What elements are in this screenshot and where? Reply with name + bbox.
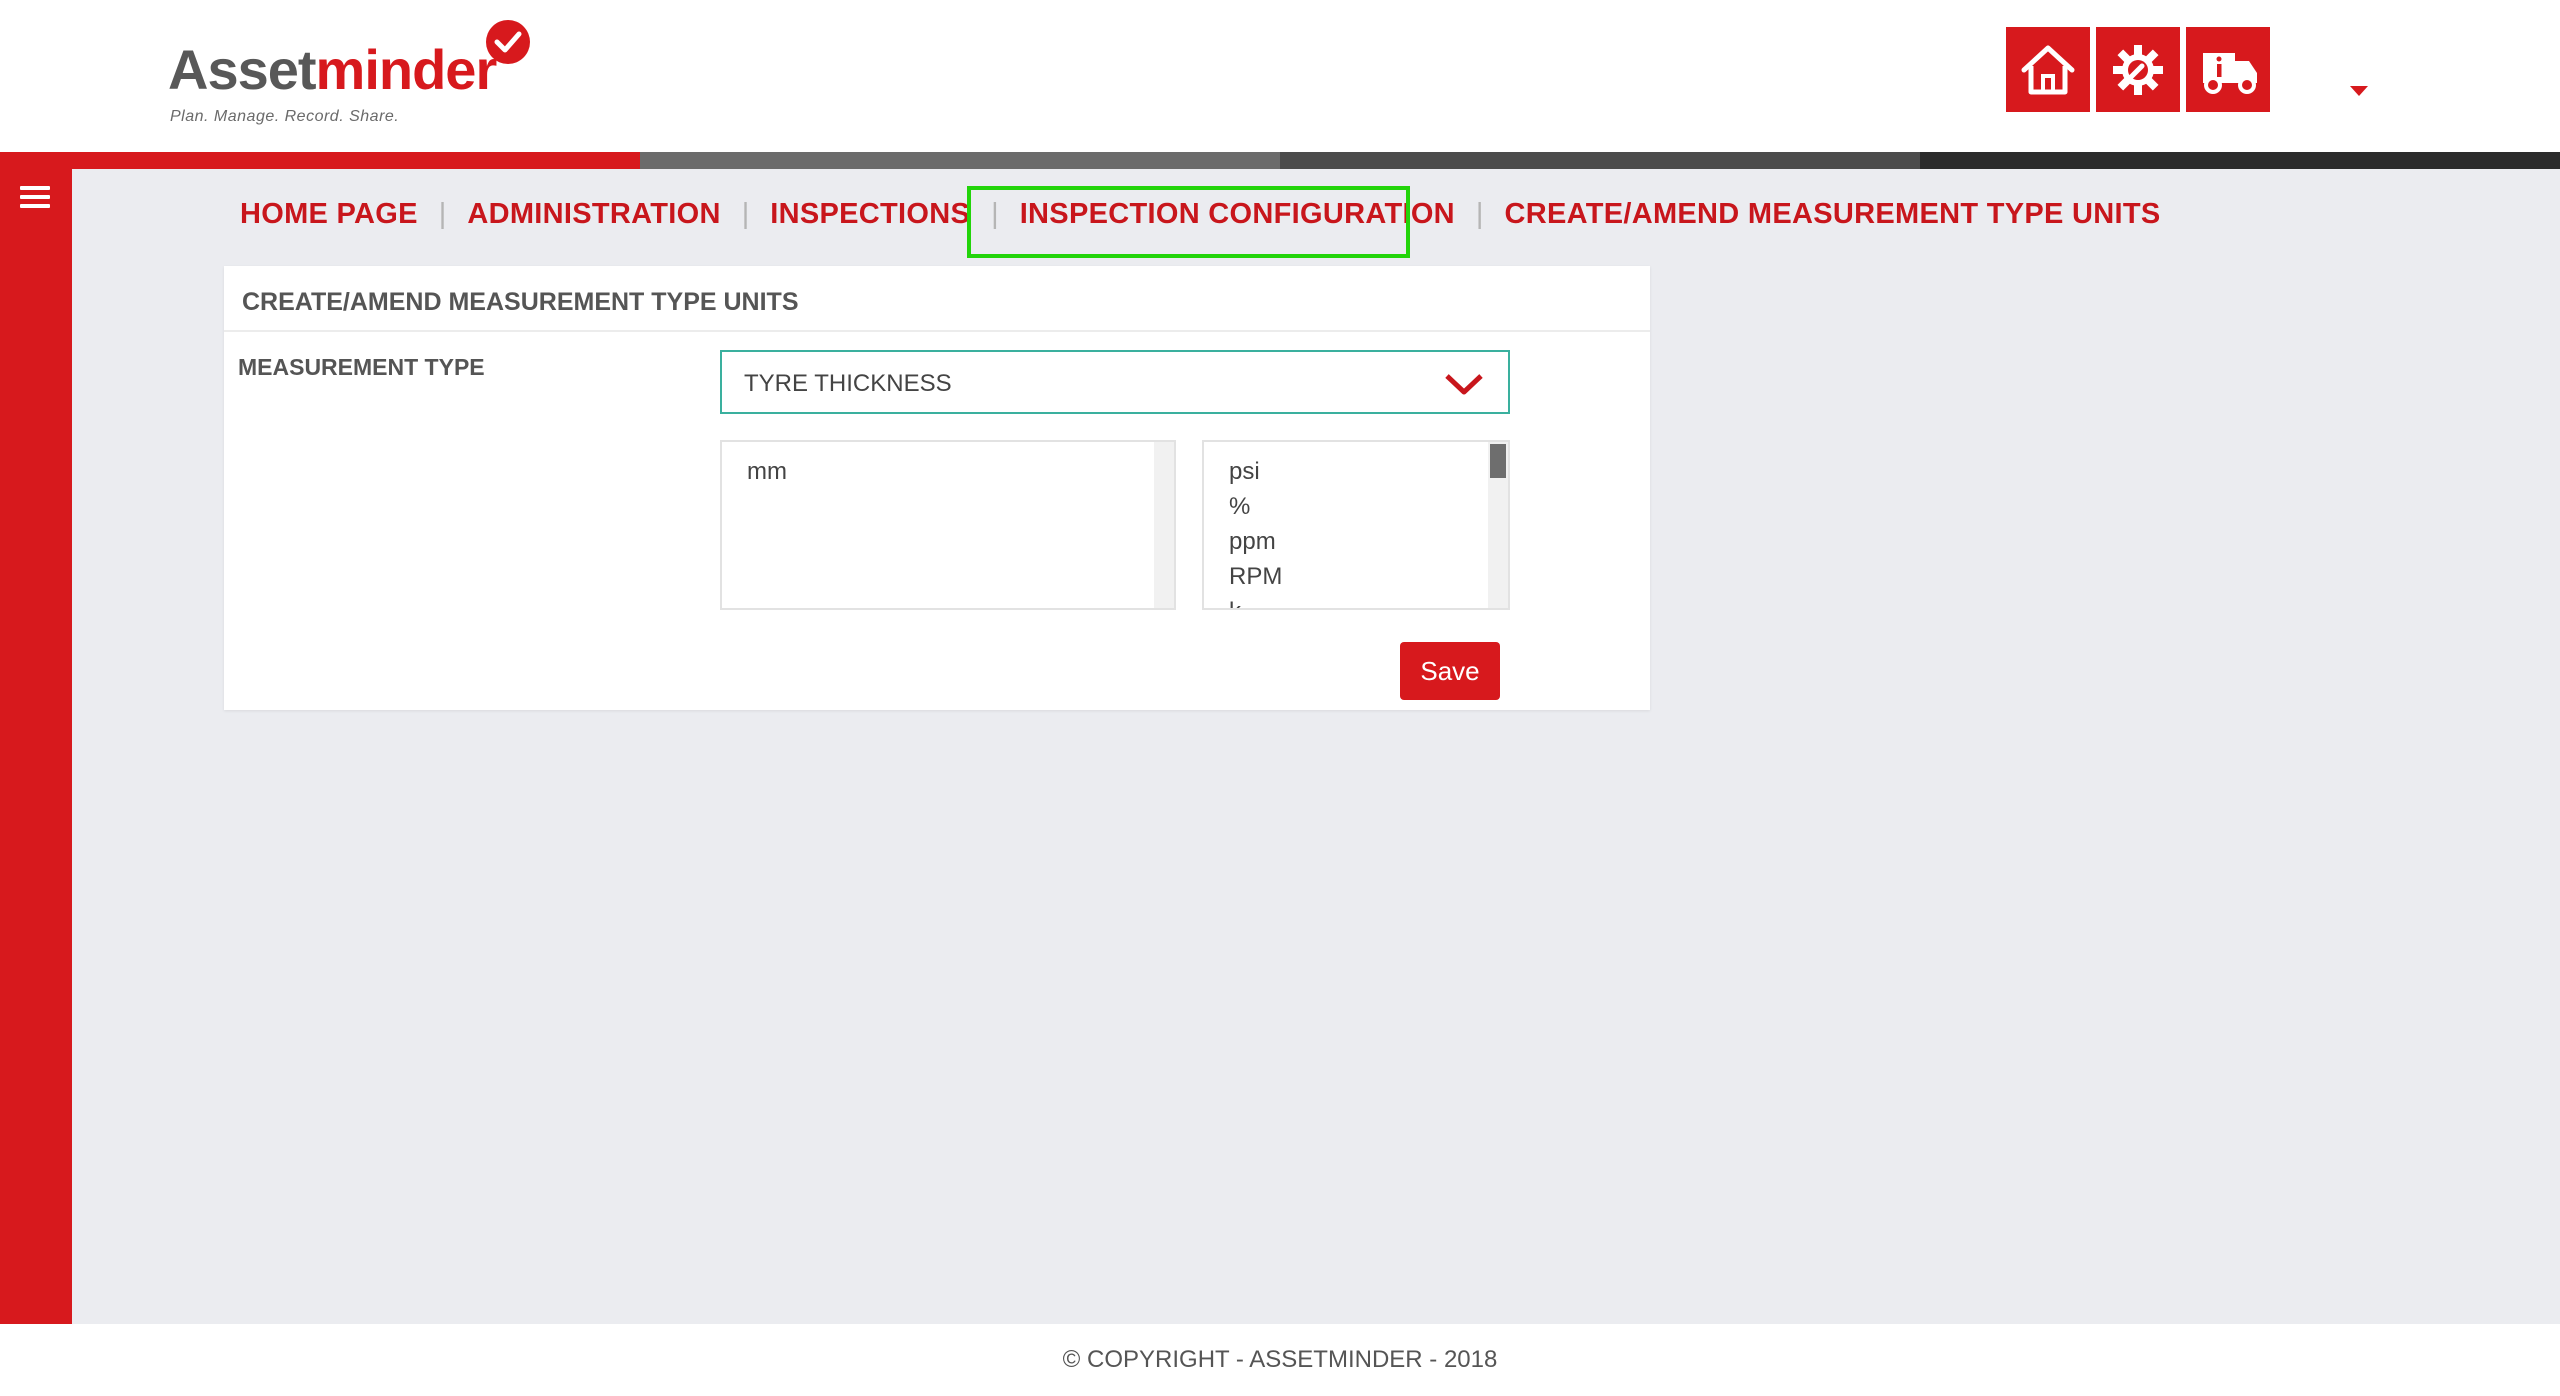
truck-info-icon: [2203, 52, 2257, 94]
chevron-down-icon: [1445, 374, 1483, 395]
breadcrumb-administration[interactable]: ADMINISTRATION: [467, 198, 720, 231]
home-icon: [2021, 45, 2075, 94]
breadcrumb-inspections[interactable]: INSPECTIONS: [770, 198, 970, 231]
checkmark-badge-icon: [486, 20, 530, 64]
home-button[interactable]: [2006, 27, 2090, 112]
measurement-type-select[interactable]: TYRE THICKNESS: [720, 350, 1510, 414]
scrollbar[interactable]: [1488, 442, 1508, 608]
list-item[interactable]: psi: [1204, 454, 1508, 489]
scrollbar-thumb[interactable]: [1490, 444, 1506, 478]
scrollbar[interactable]: [1154, 442, 1174, 608]
measurement-type-label: MEASUREMENT TYPE: [238, 354, 485, 380]
vehicle-info-button[interactable]: [2186, 27, 2270, 112]
hamburger-menu-icon[interactable]: [20, 186, 50, 210]
copyright-text: © COPYRIGHT - ASSETMINDER - 2018: [1062, 1346, 1498, 1373]
assetminder-logo[interactable]: Assetminder Plan. Manage. Record. Share.: [168, 18, 538, 125]
available-units-list[interactable]: psi % ppm RPM k: [1202, 440, 1510, 610]
list-item[interactable]: k: [1204, 594, 1508, 608]
logo-wordmark: Assetminder: [168, 38, 497, 101]
strip-segment-charcoal: [1920, 152, 2560, 169]
save-button[interactable]: Save: [1400, 642, 1500, 700]
assigned-units-list[interactable]: mm: [720, 440, 1176, 610]
settings-gear-icon: [2113, 44, 2163, 95]
selected-measurement-type: TYRE THICKNESS: [744, 370, 952, 397]
strip-segment-gray: [640, 152, 1280, 169]
list-item[interactable]: ppm: [1204, 524, 1508, 559]
breadcrumb-separator: |: [741, 198, 750, 230]
panel-title: CREATE/AMEND MEASUREMENT TYPE UNITS: [242, 288, 799, 316]
settings-button[interactable]: [2096, 27, 2180, 112]
list-item[interactable]: RPM: [1204, 559, 1508, 594]
breadcrumb-create-amend-units[interactable]: CREATE/AMEND MEASUREMENT TYPE UNITS: [1504, 198, 2160, 231]
strip-segment-red: [0, 152, 640, 169]
header-color-strip: [0, 152, 2560, 169]
app-header: Assetminder Plan. Manage. Record. Share.: [0, 0, 2560, 152]
breadcrumb-separator: |: [1475, 198, 1484, 230]
logo-tagline: Plan. Manage. Record. Share.: [170, 108, 400, 125]
strip-segment-darkgray: [1280, 152, 1920, 169]
footer: © COPYRIGHT - ASSETMINDER - 2018: [0, 1324, 2560, 1396]
highlight-annotation-box: [967, 186, 1410, 258]
breadcrumb-home-page[interactable]: HOME PAGE: [240, 198, 418, 231]
user-menu-caret-icon[interactable]: [2350, 86, 2368, 96]
sidebar: [0, 152, 72, 1324]
list-item[interactable]: mm: [722, 454, 1174, 489]
breadcrumb-separator: |: [438, 198, 447, 230]
header-icon-group: [2006, 27, 2270, 112]
list-item[interactable]: %: [1204, 489, 1508, 524]
panel-divider: [224, 330, 1650, 332]
measurement-units-panel: CREATE/AMEND MEASUREMENT TYPE UNITS MEAS…: [224, 266, 1650, 710]
